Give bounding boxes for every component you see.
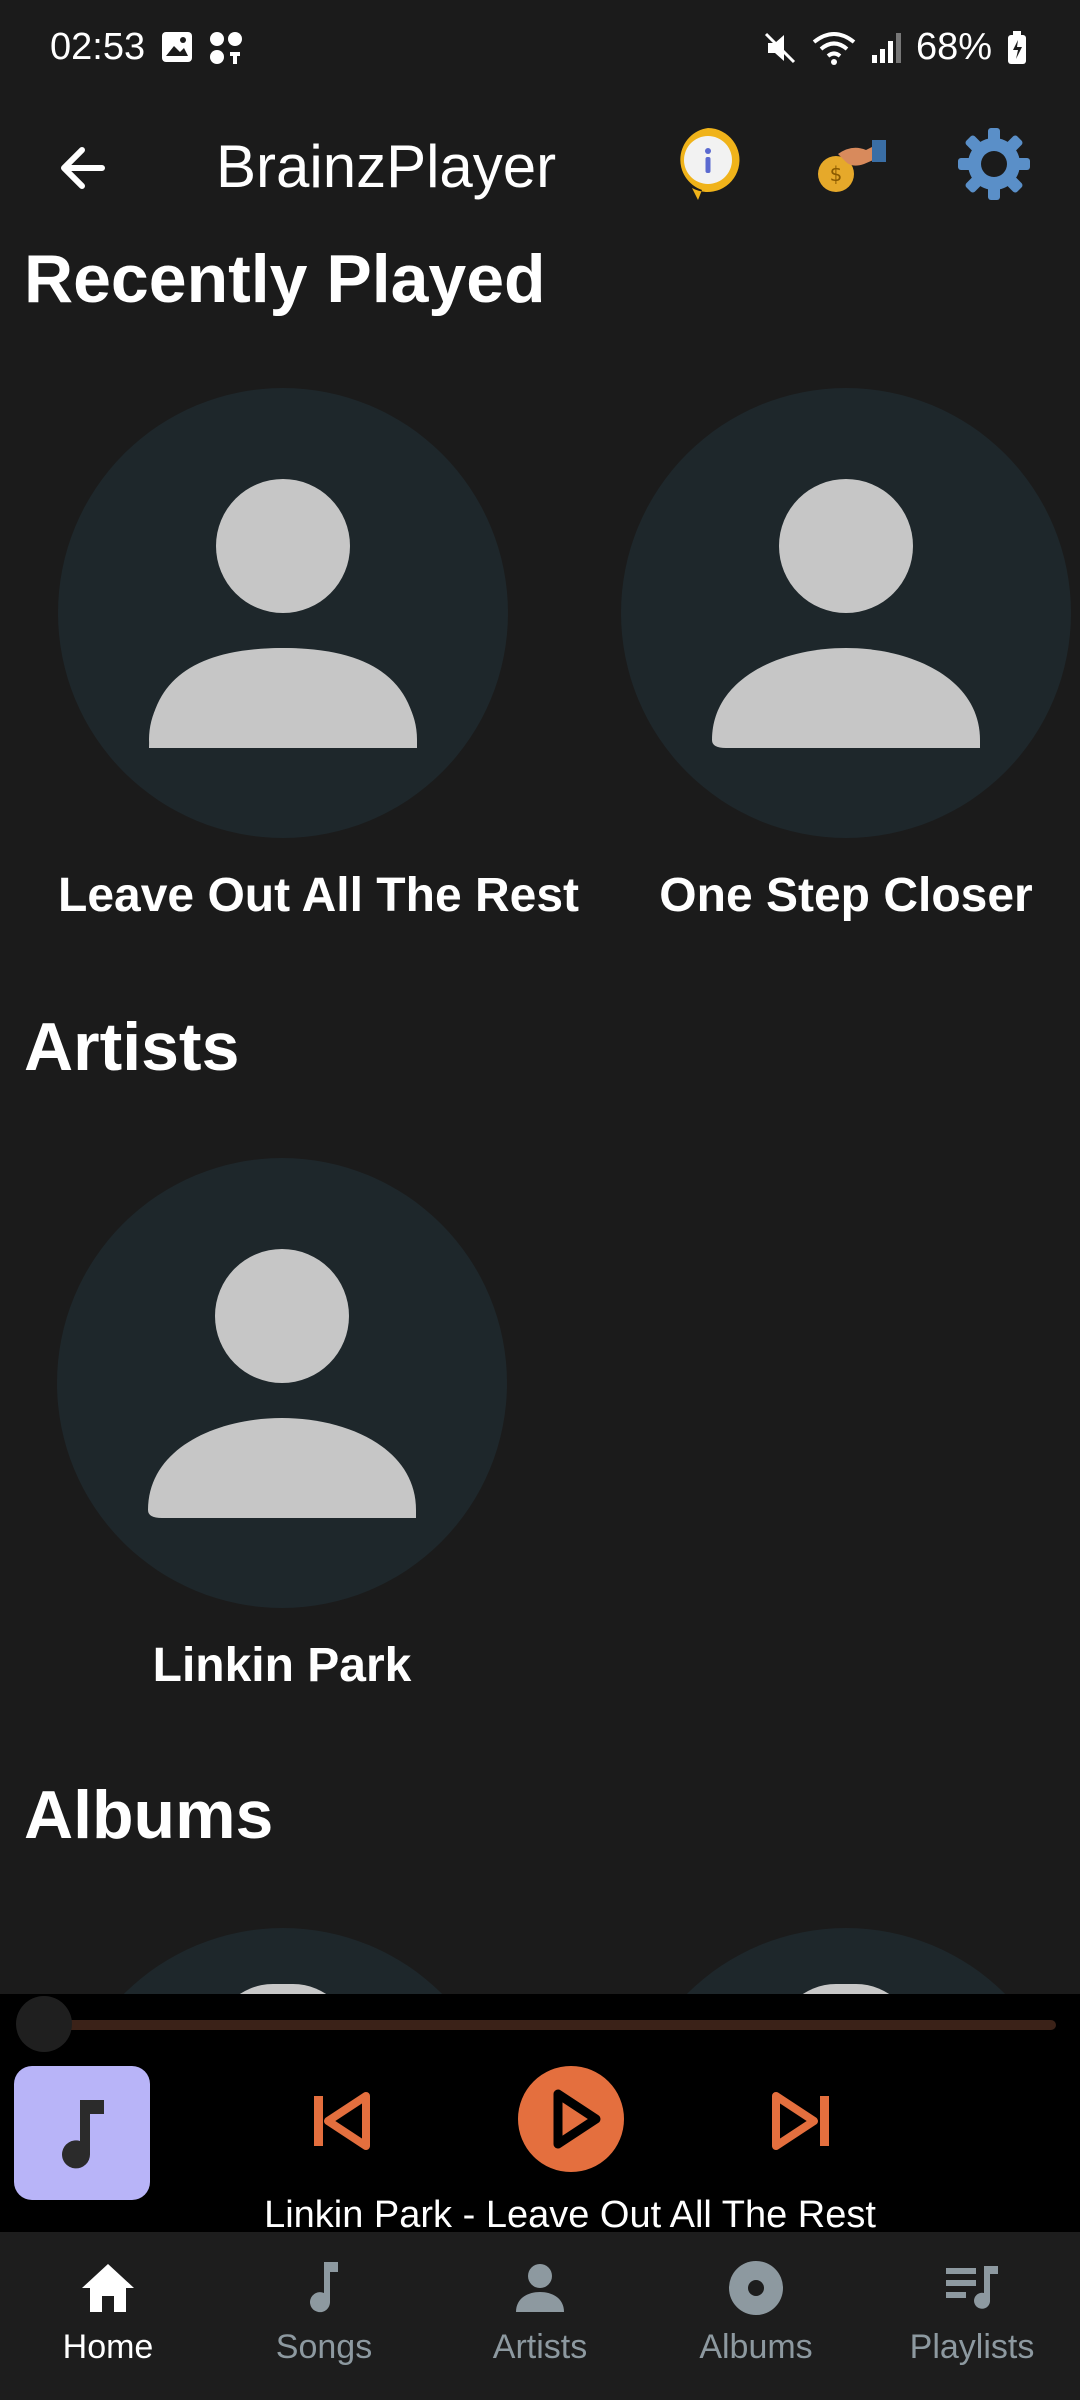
album-thumbnail[interactable] [14, 2066, 150, 2200]
info-icon[interactable] [668, 124, 748, 204]
skip-previous-icon[interactable] [300, 2086, 380, 2156]
wifi-icon [812, 31, 856, 65]
nav-label: Songs [275, 2328, 373, 2366]
nav-playlists[interactable]: Playlists [872, 2258, 1072, 2367]
skip-next-icon[interactable] [762, 2086, 842, 2156]
artist-label: Linkin Park [152, 1639, 412, 1692]
music-note-icon [310, 2262, 338, 2313]
person-icon [712, 479, 980, 748]
album-cover [621, 1928, 1071, 1994]
nav-artists[interactable]: Artists [440, 2258, 640, 2367]
back-arrow-icon[interactable] [52, 136, 116, 200]
person-icon [516, 2264, 564, 2312]
recently-played-title: Recently Played [24, 241, 546, 317]
app-bar: BrainzPlayer $ [0, 100, 1080, 230]
status-bar: 02:53 68% [0, 0, 1080, 100]
nav-label: Albums [699, 2328, 813, 2366]
albums-title: Albums [24, 1777, 274, 1853]
battery-icon [1008, 30, 1026, 64]
recently-played-item[interactable]: Leave Out All The Rest [58, 388, 580, 923]
nav-home[interactable]: Home [8, 2258, 208, 2367]
avatar [58, 388, 508, 838]
play-icon [553, 2089, 601, 2149]
disc-icon [729, 2261, 783, 2315]
artist-item[interactable]: Linkin Park [57, 1158, 507, 1693]
person-icon [148, 1249, 416, 1518]
home-icon [82, 2264, 134, 2312]
avatar [621, 388, 1071, 838]
nav-label: Home [62, 2328, 154, 2366]
avatar [57, 1158, 507, 1608]
battery-percent: 68% [915, 26, 992, 68]
play-button[interactable] [518, 2066, 624, 2172]
nav-label: Artists [492, 2328, 588, 2366]
donate-icon[interactable]: $ [808, 124, 888, 204]
album-item[interactable] [58, 1928, 508, 1994]
mute-icon [764, 32, 795, 63]
now-playing-text[interactable]: Linkin Park - Leave Out All The Rest [0, 2194, 1080, 2237]
album-item[interactable] [621, 1928, 1071, 1994]
artists-title: Artists [24, 1009, 240, 1085]
recently-played-label: Leave Out All The Rest [58, 869, 580, 922]
music-note-icon [62, 2100, 104, 2169]
gallery-icon [162, 32, 192, 62]
status-time: 02:53 [50, 26, 146, 68]
app-title: BrainzPlayer [216, 133, 557, 200]
progress-bar[interactable] [46, 2020, 1056, 2030]
nav-label: Playlists [909, 2328, 1035, 2366]
notification-dots-icon [210, 32, 242, 64]
progress-knob[interactable] [16, 1996, 72, 2052]
recently-played-label: One Step Closer [659, 869, 1033, 922]
album-cover [58, 1928, 508, 1994]
playlist-icon [946, 2266, 998, 2309]
person-icon [149, 479, 417, 748]
settings-gear-icon[interactable] [954, 124, 1034, 204]
nav-songs[interactable]: Songs [224, 2258, 424, 2367]
signal-icon [871, 32, 901, 63]
svg-text:$: $ [830, 162, 843, 186]
recently-played-item[interactable]: One Step Closer [621, 388, 1071, 923]
mini-player: Linkin Park - Leave Out All The Rest [0, 1994, 1080, 2236]
nav-albums[interactable]: Albums [656, 2258, 856, 2367]
bottom-navigation: Home Songs Artists Albums Playlists [0, 2232, 1080, 2400]
